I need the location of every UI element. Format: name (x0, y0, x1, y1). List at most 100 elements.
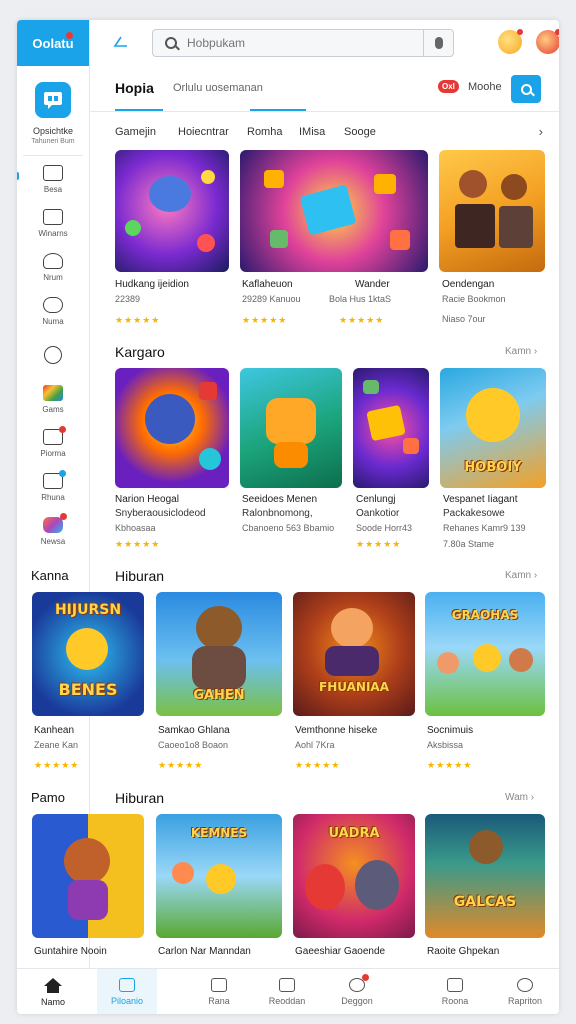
game-thumbnail[interactable] (240, 368, 342, 488)
more-link[interactable]: Moohe (468, 81, 502, 93)
game-meta: Soode Horr43 (356, 523, 413, 533)
section-title: Kargaro (115, 344, 165, 360)
game-logo-text: FHUANIAA (319, 680, 389, 694)
search-icon (165, 37, 177, 49)
game-thumbnail[interactable] (353, 368, 429, 488)
sidebar-item-label: Piorma (40, 448, 66, 458)
game-title[interactable]: Wander (355, 279, 435, 290)
sidebar-item-label: Rhuna (41, 492, 65, 502)
sidebar-item-library[interactable]: Winarns (17, 202, 89, 244)
section-title: Hiburan (115, 790, 165, 806)
game-thumbnail[interactable] (240, 150, 428, 272)
chevron-right-icon[interactable]: › (539, 124, 543, 139)
category-item[interactable]: IMisa (299, 126, 325, 138)
game-thumbnail[interactable]: HOBOIY (440, 368, 546, 488)
bag-icon (447, 978, 463, 992)
see-more-link[interactable]: Kamn › (505, 346, 537, 357)
game-thumbnail[interactable] (439, 150, 545, 272)
game-title[interactable]: Raoite Ghpekan (427, 946, 547, 957)
game-title[interactable]: Socnimuis (427, 725, 547, 736)
game-thumbnail[interactable]: GAHEN (156, 592, 282, 716)
game-title[interactable]: Kaflaheuon (242, 279, 352, 290)
game-title[interactable]: Narion Heogal (115, 494, 231, 505)
sidebar-item-photos[interactable]: Piorma (17, 422, 89, 464)
tab-home[interactable]: Hopia (115, 80, 154, 96)
game-title[interactable]: Guntahire Nooin (34, 946, 146, 957)
avatar[interactable] (498, 29, 523, 54)
game-thumbnail[interactable]: KEMNES (156, 814, 282, 938)
bottom-navigation: Namo Piloanio Rana Reoddan Deggon Roona … (17, 968, 559, 1014)
sidebar-item-favorites[interactable]: Nrum (17, 246, 89, 288)
category-item[interactable]: Gamejin (115, 126, 156, 138)
app-logo-icon[interactable] (35, 82, 71, 118)
rating-stars: ★★★★★ (115, 539, 161, 549)
sidebar-item-mascot[interactable] (17, 334, 89, 376)
nav-activity[interactable]: Deggon (327, 969, 387, 1014)
nav-shop[interactable]: Roona (425, 969, 485, 1014)
avatar[interactable] (536, 29, 559, 54)
badge-dot (59, 469, 66, 477)
game-meta: Cbanoeno 563 Bbamio (242, 523, 335, 533)
game-logo-text: HOBOIY (464, 460, 522, 475)
sidebar-item-label: Besa (43, 184, 63, 194)
category-item[interactable]: Sooge (344, 126, 376, 138)
sidebar-item-label: Numa (42, 316, 64, 326)
game-thumbnail[interactable]: UADRA (293, 814, 415, 938)
chat-icon (43, 164, 63, 181)
game-title[interactable]: Oendengan (442, 279, 546, 290)
game-title[interactable]: Kanhean (34, 725, 144, 736)
see-more-link[interactable]: Wam › (505, 792, 534, 803)
game-title[interactable]: Vespanet Iiagant (443, 494, 547, 505)
game-thumbnail[interactable]: HIJURSN BENES (32, 592, 144, 716)
rating-stars: ★★★★★ (34, 760, 80, 770)
badge-dot (362, 974, 369, 981)
rating-stars: ★★★★★ (427, 760, 473, 770)
sidebar-item-games[interactable]: Gams (17, 378, 89, 420)
home-icon (44, 977, 62, 986)
tab-secondary[interactable]: Orlulu uosemanan (173, 82, 263, 94)
game-title[interactable]: Seeidoes Menen (242, 494, 352, 505)
game-meta: 7.80a Stame (443, 539, 495, 549)
game-meta: Oankotior (356, 508, 400, 519)
sidebar-item-cloud[interactable]: Numa (17, 290, 89, 332)
app-subtitle: Tahuneri Bum (31, 138, 75, 145)
game-thumbnail[interactable]: GALCAS (425, 814, 545, 938)
game-title[interactable]: Vemthonne hiseke (295, 725, 417, 736)
microphone-icon[interactable] (423, 30, 453, 56)
sidebar-item-news[interactable]: Newsa (17, 510, 89, 552)
nav-home[interactable]: Namo (23, 969, 83, 1014)
game-thumbnail[interactable]: FHUANIAA (293, 592, 415, 716)
news-icon (43, 512, 67, 533)
nav-profile[interactable]: Rapriton (495, 969, 555, 1014)
nav-games[interactable]: Rana (189, 969, 249, 1014)
game-title[interactable]: Gaeeshiar Gaoende (295, 946, 417, 957)
game-thumbnail[interactable]: GRAOHAS (425, 592, 545, 716)
category-item[interactable]: Romha (247, 126, 282, 138)
nav-tablet[interactable]: Piloanio (97, 969, 157, 1014)
hot-badge: Oxl (438, 80, 459, 93)
game-thumbnail[interactable] (115, 150, 229, 272)
image-icon (43, 425, 66, 445)
game-title[interactable]: Samkao Ghlana (158, 725, 282, 736)
back-arrow-icon[interactable] (112, 33, 132, 54)
search-input[interactable] (187, 36, 417, 50)
game-thumbnail[interactable] (115, 368, 229, 488)
nav-label: Roona (441, 996, 469, 1006)
brand-header[interactable]: Oolatu (17, 20, 89, 66)
sidebar-item-messages[interactable]: Rhuna (17, 466, 89, 508)
game-title[interactable]: Carlon Nar Manndan (158, 946, 282, 957)
rating-stars: ★★★★★ (158, 760, 204, 770)
game-title[interactable]: Cenlungj (356, 494, 440, 505)
grid-icon (279, 978, 295, 992)
sidebar-item-home[interactable]: Besa (17, 158, 89, 200)
game-title[interactable]: Hudkang ijeidion (115, 279, 229, 290)
app-window: Oolatu Opsichtke Tahuneri Bum Besa Winar… (17, 20, 559, 1014)
see-more-link[interactable]: Kamn › (505, 570, 537, 581)
nav-label: Namo (40, 996, 65, 1007)
rating-stars: ★★★★★ (339, 315, 385, 325)
game-thumbnail[interactable] (32, 814, 144, 938)
category-item[interactable]: Hoiecntrar (178, 126, 229, 138)
top-bar (90, 20, 559, 66)
search-button[interactable] (511, 75, 541, 103)
nav-gallery[interactable]: Reoddan (257, 969, 317, 1014)
